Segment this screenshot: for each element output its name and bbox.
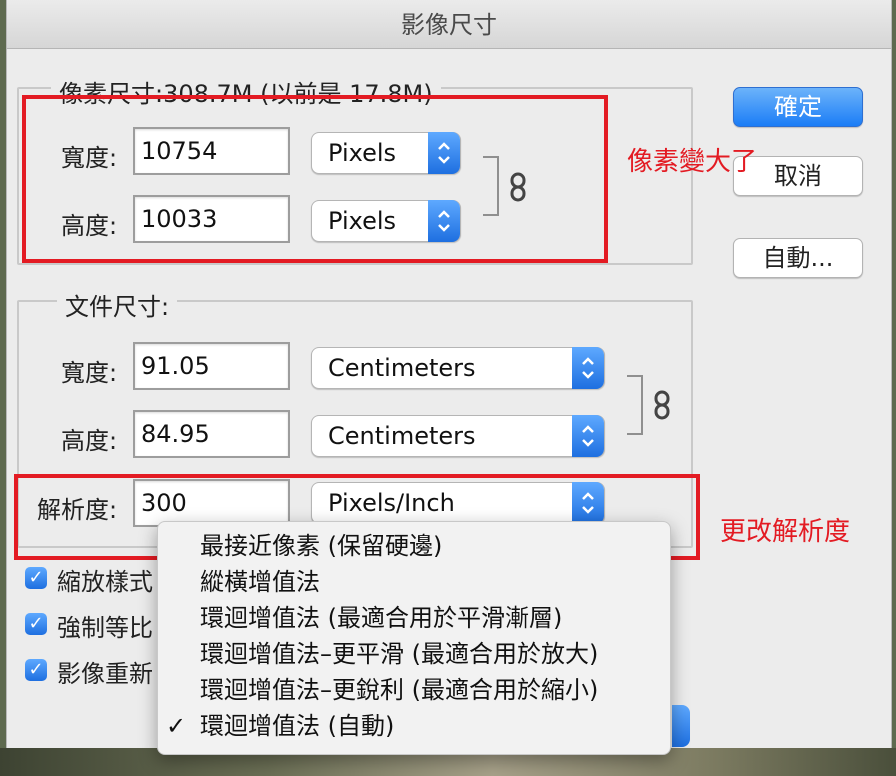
menu-item-bicubic-smooth-gradients[interactable]: 環迴增值法 (最適合用於平滑漸層)	[158, 600, 670, 636]
doc-height-unit-value: Centimeters	[328, 422, 476, 450]
menu-item-bilinear[interactable]: 縱橫增值法	[158, 564, 670, 600]
auto-button[interactable]: 自動...	[733, 238, 863, 278]
menu-item-nearest-neighbor[interactable]: 最接近像素 (保留硬邊)	[158, 528, 670, 564]
constrain-proportions-label: 強制等比	[57, 614, 153, 642]
menu-item-bicubic-sharper[interactable]: 環迴增值法–更銳利 (最適合用於縮小)	[158, 672, 670, 708]
doc-width-unit-value: Centimeters	[328, 354, 476, 382]
chain-link-icon	[653, 390, 671, 426]
doc-height-input[interactable]: 84.95	[133, 410, 290, 458]
menu-item-label: 環迴增值法–更平滑 (最適合用於放大)	[200, 640, 599, 668]
doc-width-input[interactable]: 91.05	[133, 342, 290, 390]
checkmark-icon: ✓	[166, 712, 187, 740]
doc-height-label: 高度:	[61, 427, 118, 455]
window-title: 影像尺寸	[7, 0, 891, 49]
menu-item-label: 環迴增值法 (自動)	[200, 712, 395, 740]
doc-width-label: 寬度:	[61, 359, 118, 387]
up-down-stepper-icon	[572, 347, 604, 389]
resample-method-stepper[interactable]	[672, 705, 690, 747]
menu-item-label: 環迴增值法 (最適合用於平滑漸層)	[200, 604, 563, 632]
menu-item-label: 環迴增值法–更銳利 (最適合用於縮小)	[200, 676, 599, 704]
pixel-dimensions-highlight	[22, 95, 608, 263]
menu-item-label: 縱橫增值法	[200, 568, 320, 596]
menu-item-label: 最接近像素 (保留硬邊)	[200, 532, 443, 560]
resolution-annotation: 更改解析度	[720, 517, 851, 547]
scale-styles-label: 縮放樣式	[57, 568, 153, 596]
pixels-annotation: 像素變大了	[627, 147, 758, 177]
menu-item-bicubic-smoother[interactable]: 環迴增值法–更平滑 (最適合用於放大)	[158, 636, 670, 672]
doc-height-unit-select[interactable]: Centimeters	[311, 415, 605, 457]
resample-image-checkbox[interactable]: ✓	[25, 659, 47, 681]
document-size-legend: 文件尺寸:	[57, 287, 178, 322]
ok-button[interactable]: 確定	[733, 87, 863, 127]
menu-item-bicubic-automatic[interactable]: ✓ 環迴增值法 (自動)	[158, 708, 670, 744]
up-down-stepper-icon	[572, 415, 604, 457]
resample-image-label: 影像重新	[57, 660, 153, 688]
scale-styles-checkbox[interactable]: ✓	[25, 567, 47, 589]
resample-method-menu: 最接近像素 (保留硬邊) 縱橫增值法 環迴增值法 (最適合用於平滑漸層) 環迴增…	[157, 521, 671, 755]
doc-width-unit-select[interactable]: Centimeters	[311, 347, 605, 389]
constrain-bracket	[627, 375, 643, 435]
constrain-proportions-checkbox[interactable]: ✓	[25, 613, 47, 635]
